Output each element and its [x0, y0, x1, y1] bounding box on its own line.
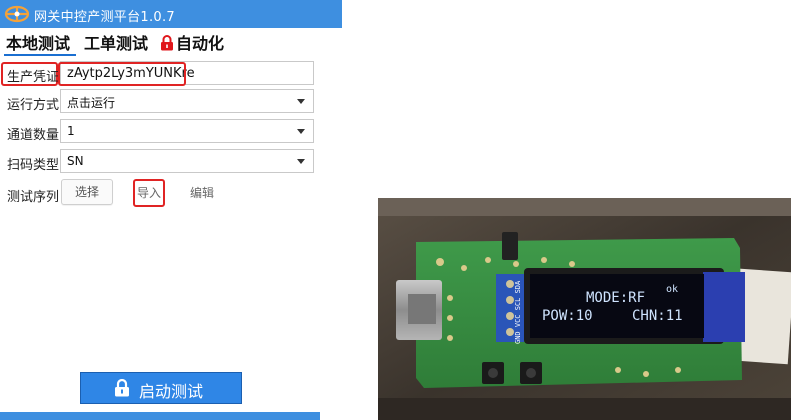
- scan-type-select[interactable]: SN: [60, 149, 314, 173]
- oled-line-pow: POW:10: [542, 308, 593, 324]
- oled-ok-indicator: ok: [666, 284, 678, 295]
- usb-inner: [408, 294, 436, 324]
- tab-automation-label: 自动化: [176, 34, 225, 53]
- scan-type-row: 扫码类型 SN: [0, 149, 342, 175]
- start-test-button[interactable]: 启动测试: [80, 372, 242, 404]
- tab-automation[interactable]: 自动化: [160, 30, 224, 54]
- header-pin-labels: GND VCC SCL SDA: [514, 280, 522, 344]
- chevron-down-icon: [297, 129, 305, 134]
- oled-line-chn: CHN:11: [632, 308, 683, 324]
- app-window: 网关中控产测平台1.0.7 本地测试 工单测试 自动化 生产凭证 运行方式 点击…: [0, 0, 342, 420]
- oled-line-mode: MODE:RF: [586, 290, 645, 306]
- run-mode-row: 运行方式 点击运行: [0, 89, 342, 115]
- credential-row: 生产凭证: [0, 61, 342, 87]
- oled-flex-cable: [703, 272, 745, 342]
- active-tab-indicator: [4, 54, 76, 56]
- run-mode-select[interactable]: 点击运行: [60, 89, 314, 113]
- credential-label: 生产凭证: [7, 70, 60, 85]
- title-bar: 网关中控产测平台1.0.7: [0, 0, 342, 28]
- select-sequence-button[interactable]: 选择: [61, 179, 113, 205]
- tab-bar: 本地测试 工单测试 自动化: [0, 30, 342, 54]
- channel-count-select[interactable]: 1: [60, 119, 314, 143]
- chevron-down-icon: [297, 159, 305, 164]
- status-bar: [0, 412, 320, 420]
- lock-icon: [115, 379, 129, 397]
- switch-knob-left: [488, 368, 498, 378]
- app-logo-icon: [4, 5, 30, 23]
- channel-count-label: 通道数量: [7, 128, 60, 143]
- chevron-down-icon: [297, 99, 305, 104]
- run-mode-label: 运行方式: [7, 98, 60, 113]
- photo-bottom-edge: [378, 398, 791, 420]
- import-sequence-button[interactable]: 导入: [133, 179, 165, 207]
- start-test-label: 启动测试: [139, 382, 204, 401]
- run-mode-value: 点击运行: [67, 96, 116, 110]
- scan-type-label: 扫码类型: [7, 158, 60, 173]
- edit-sequence-button[interactable]: 编辑: [190, 184, 214, 201]
- tact-switch-top: [502, 232, 518, 260]
- sequence-label: 测试序列: [7, 190, 60, 205]
- channel-count-value: 1: [67, 124, 75, 138]
- tab-work-order-test[interactable]: 工单测试: [84, 30, 148, 54]
- tab-local-test[interactable]: 本地测试: [6, 30, 70, 54]
- scan-type-value: SN: [67, 154, 84, 168]
- device-photo: GND VCC SCL SDA MODE:RF ok POW:10 CHN:11: [378, 198, 791, 420]
- window-title: 网关中控产测平台1.0.7: [34, 10, 175, 25]
- lock-icon: [161, 35, 173, 51]
- channel-count-row: 通道数量 1: [0, 119, 342, 145]
- switch-knob-right: [526, 368, 536, 378]
- credential-value-highlight: [58, 62, 186, 86]
- photo-top-edge: [378, 198, 791, 216]
